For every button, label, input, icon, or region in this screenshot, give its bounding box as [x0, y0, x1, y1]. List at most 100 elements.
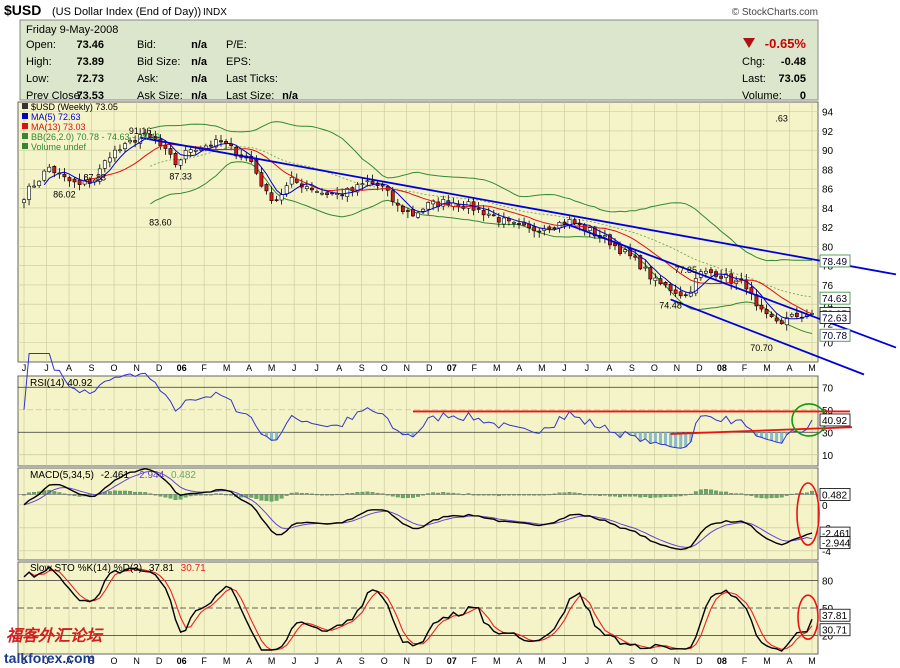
macd-histogram-bar: [810, 490, 814, 495]
candle-body: [648, 267, 653, 280]
candle-body: [729, 273, 734, 284]
candle-body: [613, 243, 617, 246]
candle-body: [496, 217, 501, 223]
candle-body: [643, 266, 648, 269]
candle-body: [289, 176, 294, 185]
candle-body: [62, 173, 67, 178]
macd-histogram-bar: [769, 494, 774, 499]
quote-value: n/a: [191, 56, 208, 68]
candle-body: [481, 210, 486, 216]
legend-entry: $USD (Weekly) 73.05: [31, 102, 118, 112]
legend-swatch: [22, 143, 28, 149]
candle-body: [789, 314, 794, 317]
candle-body: [709, 269, 713, 274]
x-tick-label: M: [763, 656, 771, 666]
rsi-last-value: 40.92: [822, 416, 847, 427]
quote-label: Open:: [26, 39, 56, 51]
price-annotation: 83.60: [149, 218, 172, 228]
candle-body: [274, 199, 279, 202]
y-tick-label: 88: [822, 165, 834, 176]
candle-body: [118, 149, 122, 152]
quote-value: n/a: [191, 90, 208, 102]
candle-body: [102, 160, 107, 169]
quote-value: n/a: [282, 90, 299, 102]
candle-body: [208, 144, 213, 147]
quote-label: Volume:: [742, 90, 782, 102]
candle-body: [764, 309, 769, 315]
candle-body: [400, 205, 405, 212]
x-tick-label: M: [223, 656, 231, 666]
price-annotation: 87.83: [83, 172, 106, 182]
y-tick-label: 0: [822, 501, 828, 512]
macd-histogram-bar: [274, 494, 279, 501]
symbol-title: $USD: [4, 2, 41, 18]
candle-body: [794, 312, 799, 317]
copyright-label: © StockCharts.com: [732, 7, 818, 18]
candle-body: [416, 212, 420, 218]
y-tick-label: 80: [822, 242, 834, 253]
stochastic-panel: 20508037.8130.71JJASOND06FMAMJJASOND07FM…: [17, 561, 851, 666]
chart-canvas: $USD (US Dollar Index (End of Day)) INDX…: [4, 2, 897, 666]
macd-histogram-bar: [698, 489, 703, 495]
macd-histogram-bar: [668, 494, 673, 497]
x-tick-label: F: [201, 363, 207, 373]
candle-body: [173, 153, 178, 166]
x-axis-labels: J J A S O N D 06 F M A M J J A S O N D 07 F M A M J J A S O N D 08 F M A M: [22, 363, 816, 373]
candle-body: [360, 183, 365, 186]
macd-histogram-bar: [759, 494, 764, 499]
sto-d-value: 30.71: [181, 563, 206, 574]
candle-body: [284, 185, 289, 194]
quote-label: Last Ticks:: [226, 73, 278, 85]
quote-label: Bid Size:: [137, 56, 180, 68]
x-tick-label: J: [22, 363, 27, 373]
x-tick-label: O: [381, 656, 388, 666]
price-annotation: .63: [775, 114, 788, 124]
macd-histogram-bar: [269, 494, 274, 502]
candle-body: [365, 180, 370, 183]
x-tick-label: 06: [177, 363, 187, 373]
x-tick-label: F: [472, 656, 478, 666]
x-tick-label: D: [696, 656, 703, 666]
macd-value: -2.461: [101, 470, 130, 481]
candle-body: [47, 166, 52, 173]
x-tick-label: J: [585, 363, 590, 373]
x-tick-label: A: [336, 363, 342, 373]
x-tick-label: D: [156, 656, 163, 666]
x-tick-label: N: [674, 656, 681, 666]
x-tick-label: J: [44, 363, 49, 373]
macd-title: MACD(5,34,5) -2.461 -2.944 0.482: [30, 470, 196, 481]
macd-histogram-bar: [360, 491, 365, 495]
macd-histogram-bar: [618, 494, 623, 498]
candle-body: [193, 149, 198, 152]
legend-swatch: [22, 123, 28, 129]
macd-histogram-bar: [168, 494, 173, 499]
candle-body: [52, 166, 57, 174]
candle-body: [279, 194, 284, 201]
legend-swatch: [22, 113, 28, 119]
candle-body: [269, 192, 274, 202]
price-panel: 7072747678808284868890929486.0291.1687.8…: [17, 101, 897, 376]
quote-value: 73.89: [76, 56, 104, 68]
x-tick-label: S: [629, 363, 635, 373]
x-tick-label: J: [314, 363, 319, 373]
x-tick-label: N: [133, 656, 140, 666]
candle-body: [340, 194, 345, 197]
candle-body: [113, 149, 117, 159]
macd-histogram-bar: [52, 491, 57, 495]
macd-histogram-bar: [254, 494, 259, 499]
quote-label: Last Size:: [226, 90, 274, 102]
x-tick-label: 08: [717, 363, 727, 373]
sto-title: Slow STO %K(14) %D(3) 37.81 30.71: [30, 563, 206, 574]
candle-body: [325, 192, 329, 195]
candle-body: [380, 184, 385, 187]
hist-value: 0.482: [171, 470, 196, 481]
quote-label: Ask:: [137, 73, 158, 85]
candle-body: [476, 208, 481, 210]
candle-body: [486, 213, 491, 216]
x-tick-label: J: [585, 656, 590, 666]
macd-right-label: 0.482: [822, 490, 847, 501]
macd-histogram-bar: [279, 494, 284, 499]
macd-right-label: -2.944: [822, 539, 851, 550]
candle-body: [67, 177, 72, 182]
x-tick-label: M: [538, 656, 546, 666]
